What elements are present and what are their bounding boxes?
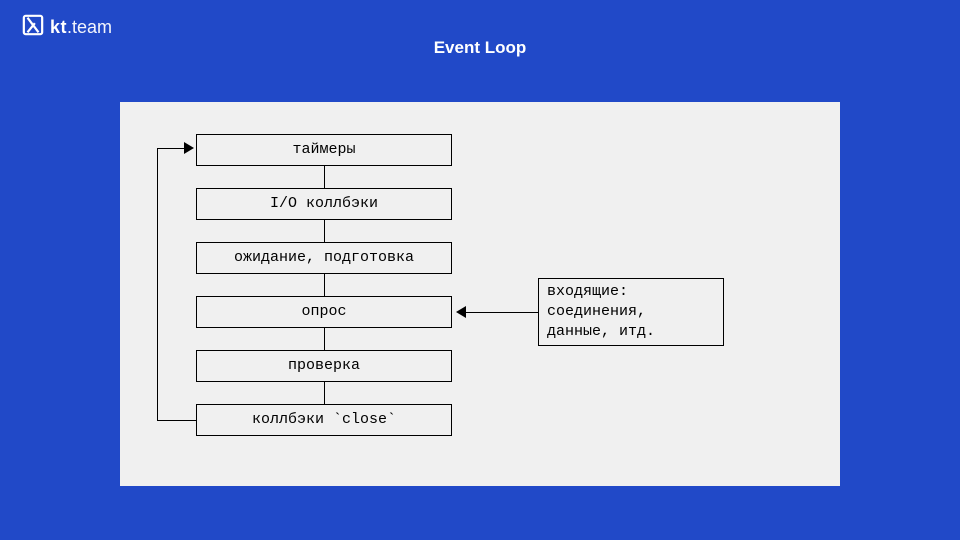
loop-back-line — [157, 148, 158, 421]
connector-line — [324, 382, 325, 404]
event-loop-diagram: таймеры I/O коллбэки ожидание, подготовк… — [120, 102, 840, 486]
brand-text-kt: kt — [50, 17, 67, 37]
brand-logo: kt.team — [22, 14, 112, 41]
node-incoming: входящие: соединения, данные, итд. — [538, 278, 724, 346]
arrow-left-icon — [456, 306, 466, 318]
loop-back-line — [157, 420, 196, 421]
connector-line — [324, 166, 325, 188]
connector-line — [466, 312, 538, 313]
connector-line — [324, 328, 325, 350]
node-io-callbacks: I/O коллбэки — [196, 188, 452, 220]
slide-title: Event Loop — [0, 38, 960, 58]
node-timers: таймеры — [196, 134, 452, 166]
brand-mark-icon — [22, 14, 44, 41]
arrow-right-icon — [184, 142, 194, 154]
node-close-callbacks: коллбэки `close` — [196, 404, 452, 436]
brand-text-team: .team — [67, 17, 112, 37]
connector-line — [324, 274, 325, 296]
diagram-panel: таймеры I/O коллбэки ожидание, подготовк… — [120, 102, 840, 486]
node-idle-prepare: ожидание, подготовка — [196, 242, 452, 274]
connector-line — [324, 220, 325, 242]
brand-text: kt.team — [50, 17, 112, 38]
node-check: проверка — [196, 350, 452, 382]
node-poll: опрос — [196, 296, 452, 328]
